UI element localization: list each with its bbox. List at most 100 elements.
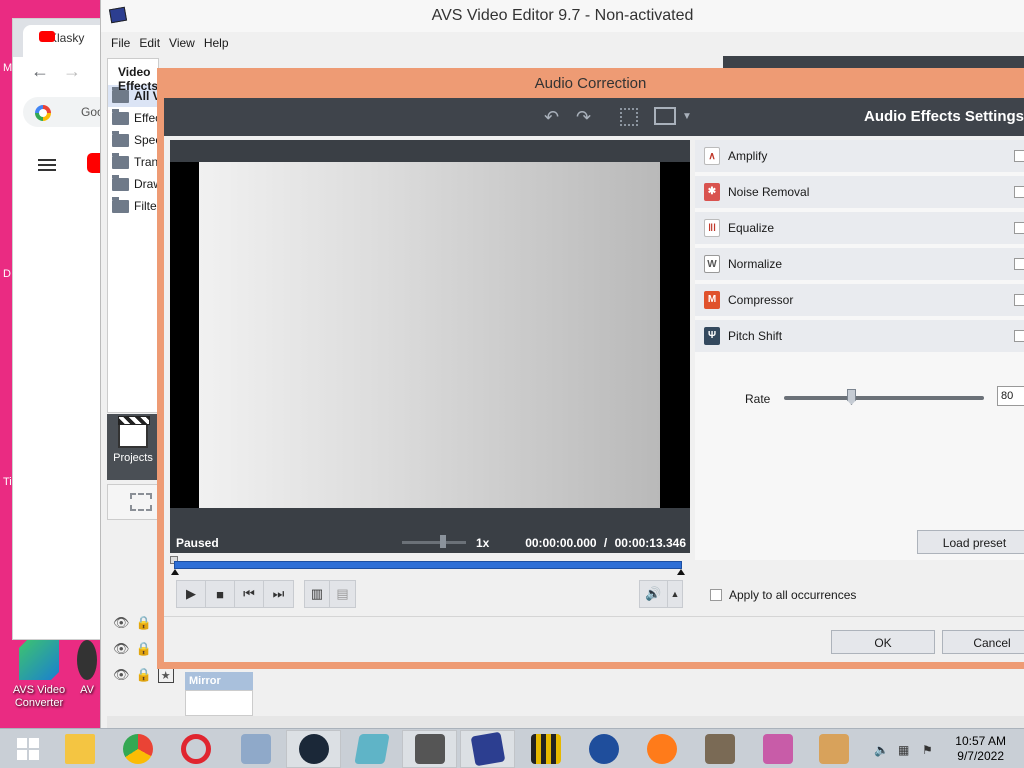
effect-label: Noise Removal xyxy=(728,185,810,199)
projects-button[interactable]: Projects xyxy=(107,414,159,480)
category-label: Transitions xyxy=(134,155,158,169)
effect-noise-removal[interactable]: ✱ Noise Removal xyxy=(695,176,1024,208)
taskbar-file-explorer[interactable] xyxy=(52,730,107,768)
seek-range[interactable] xyxy=(174,561,682,569)
previous-frame-icon[interactable]: ⏮ xyxy=(235,581,264,607)
taskbar-app[interactable] xyxy=(806,730,861,768)
apply-all-option[interactable]: Apply to all occurrences xyxy=(710,588,856,602)
effect-checkbox[interactable] xyxy=(1014,294,1024,306)
menu-view[interactable]: View xyxy=(169,32,195,54)
speed-slider-track[interactable] xyxy=(402,541,466,544)
effect-checkbox[interactable] xyxy=(1014,330,1024,342)
speaker-muted-icon[interactable]: 🔈 xyxy=(874,743,889,757)
film-icon xyxy=(130,493,152,511)
taskbar-steam[interactable] xyxy=(286,730,341,768)
menu-file[interactable]: File xyxy=(111,32,130,54)
next-frame-icon[interactable]: ⏭ xyxy=(264,581,293,607)
eye-icon[interactable]: 👁 xyxy=(113,667,130,683)
forward-arrow-icon[interactable]: → xyxy=(63,61,81,82)
category-item[interactable]: Draw xyxy=(108,173,158,195)
taskbar-app[interactable] xyxy=(344,730,399,768)
taskbar-app[interactable] xyxy=(228,730,283,768)
action-center-icon[interactable]: ⚑ xyxy=(922,743,933,757)
single-view-icon[interactable]: ▤ xyxy=(330,581,355,607)
timeline-clip-mirror[interactable]: Mirror xyxy=(185,672,253,690)
eye-icon[interactable]: 👁 xyxy=(113,615,130,631)
taskbar-app[interactable] xyxy=(692,730,747,768)
eye-icon[interactable]: 👁 xyxy=(113,641,130,657)
menu-edit[interactable]: Edit xyxy=(139,32,160,54)
stop-icon[interactable]: ■ xyxy=(206,581,235,607)
apply-all-checkbox[interactable] xyxy=(710,589,722,601)
desktop-icon-avs-video-converter[interactable]: AVS Video Converter xyxy=(4,640,74,710)
lock-icon[interactable]: 🔒 xyxy=(136,667,152,683)
range-start-marker[interactable] xyxy=(171,569,179,575)
effects-category-header: Video Effects xyxy=(118,65,159,93)
start-button[interactable] xyxy=(0,730,55,768)
taskbar-app[interactable] xyxy=(576,730,631,768)
track-row: 👁 🔒 ★ xyxy=(107,662,174,688)
preview-status-bar: Paused 1x 00:00:00.000 / 00:00:13.346 xyxy=(170,508,690,553)
category-item[interactable]: Effects xyxy=(108,107,158,129)
browser-window: Klasky ← → Goog xyxy=(12,18,113,640)
redo-icon[interactable]: ↷ xyxy=(576,107,591,127)
taskbar-chrome[interactable] xyxy=(110,730,165,768)
playback-status: Paused xyxy=(176,536,219,550)
app-icon xyxy=(414,734,445,764)
chevron-down-icon[interactable]: ▼ xyxy=(682,107,692,127)
volume-chevron-icon[interactable]: ▲ xyxy=(668,581,682,607)
lock-icon[interactable]: 🔒 xyxy=(136,641,152,657)
load-preset-button[interactable]: Load preset xyxy=(917,530,1024,554)
effect-label: Amplify xyxy=(728,149,768,163)
seek-bar[interactable] xyxy=(170,556,690,576)
grid-icon[interactable] xyxy=(620,108,638,126)
cancel-button[interactable]: Cancel xyxy=(942,630,1024,654)
effect-normalize[interactable]: W Normalize xyxy=(695,248,1024,280)
category-item[interactable]: Special xyxy=(108,129,158,151)
menu-help[interactable]: Help xyxy=(204,32,229,54)
amplify-icon: ∧ xyxy=(704,147,720,165)
system-clock[interactable]: 10:57 AM 9/7/2022 xyxy=(955,734,1006,764)
star-icon[interactable]: ★ xyxy=(157,667,174,683)
film-strip-icon xyxy=(530,734,561,764)
effect-equalize[interactable]: ǁǀ Equalize xyxy=(695,212,1024,244)
effect-compressor[interactable]: M Compressor xyxy=(695,284,1024,316)
speed-slider-thumb[interactable] xyxy=(440,535,446,548)
rate-slider-thumb[interactable] xyxy=(847,389,856,405)
storyboard-toggle[interactable] xyxy=(107,484,159,520)
taskbar-app[interactable] xyxy=(634,730,689,768)
effect-label: Normalize xyxy=(728,257,783,271)
lock-icon[interactable]: 🔒 xyxy=(136,615,152,631)
effect-checkbox[interactable] xyxy=(1014,150,1024,162)
taskbar-opera[interactable] xyxy=(168,730,223,768)
taskbar-avs-video-editor[interactable] xyxy=(460,730,515,768)
effect-checkbox[interactable] xyxy=(1014,258,1024,270)
chrome-icon xyxy=(122,734,153,764)
playback-speed: 1x xyxy=(476,536,490,550)
category-item[interactable]: Filters xyxy=(108,195,158,217)
network-icon[interactable]: ▦ xyxy=(898,743,909,757)
timeline-scrollbar[interactable] xyxy=(107,716,1024,728)
ok-button[interactable]: OK xyxy=(831,630,935,654)
undo-icon[interactable]: ↶ xyxy=(544,107,559,127)
effect-pitch-shift[interactable]: Ψ Pitch Shift xyxy=(695,320,1024,352)
taskbar-app[interactable] xyxy=(518,730,573,768)
split-view-icon[interactable]: ▥ xyxy=(305,581,330,607)
effect-checkbox[interactable] xyxy=(1014,222,1024,234)
effect-amplify[interactable]: ∧ Amplify xyxy=(695,140,1024,172)
rate-slider-track[interactable] xyxy=(784,396,984,400)
category-item[interactable]: Transitions xyxy=(108,151,158,173)
rate-value-input[interactable]: 80 xyxy=(997,386,1024,406)
range-end-marker[interactable] xyxy=(677,569,685,575)
volume-icon[interactable]: 🔊 xyxy=(640,581,668,607)
play-icon[interactable]: ▶ xyxy=(177,581,206,607)
noise-removal-icon: ✱ xyxy=(704,183,720,201)
taskbar-app[interactable] xyxy=(750,730,805,768)
taskbar-app[interactable] xyxy=(402,730,457,768)
monitor-icon[interactable] xyxy=(654,107,676,125)
desktop-icon-av[interactable]: AV xyxy=(74,640,100,697)
audio-effects-settings-title: Audio Effects Settings xyxy=(863,108,1024,125)
hamburger-menu-icon[interactable] xyxy=(38,159,56,171)
effect-checkbox[interactable] xyxy=(1014,186,1024,198)
back-arrow-icon[interactable]: ← xyxy=(31,61,49,82)
